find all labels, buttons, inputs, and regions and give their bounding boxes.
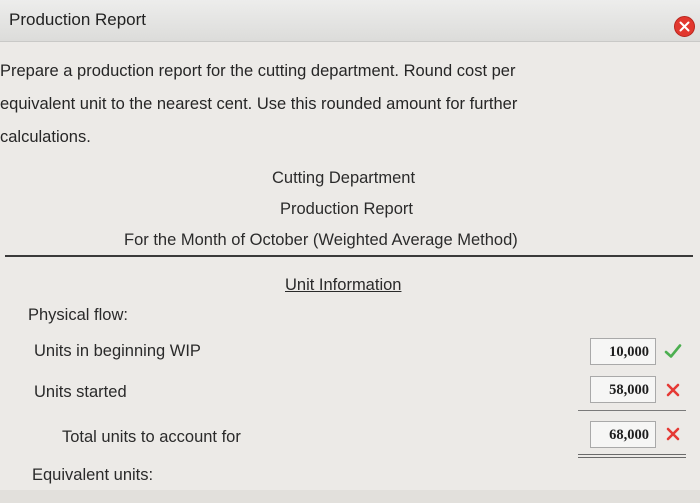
instructions-line-2: equivalent unit to the nearest cent. Use… bbox=[0, 95, 518, 113]
subtotal-rule bbox=[578, 410, 686, 411]
heading-divider bbox=[5, 255, 693, 257]
window-titlebar: Production Report bbox=[0, 0, 700, 42]
units-started-input[interactable]: 58,000 bbox=[590, 376, 656, 403]
instructions-line-3: calculations. bbox=[0, 128, 91, 146]
window-title: Production Report bbox=[9, 10, 147, 29]
report-heading: Production Report bbox=[280, 200, 413, 218]
close-button[interactable] bbox=[674, 16, 695, 37]
x-icon bbox=[666, 427, 680, 441]
instructions-line-1: Prepare a production report for the cutt… bbox=[0, 62, 516, 80]
beginning-wip-input[interactable]: 10,000 bbox=[590, 338, 656, 365]
check-icon bbox=[664, 344, 682, 358]
physical-flow-label: Physical flow: bbox=[28, 306, 128, 324]
report-content: Prepare a production report for the cutt… bbox=[0, 42, 700, 503]
units-started-label: Units started bbox=[34, 383, 127, 401]
total-double-rule-top bbox=[578, 454, 686, 455]
total-units-input[interactable]: 68,000 bbox=[590, 421, 656, 448]
section-title-unit-information: Unit Information bbox=[285, 276, 402, 294]
close-icon bbox=[679, 21, 690, 32]
instructions: Prepare a production report for the cutt… bbox=[0, 55, 640, 154]
beginning-wip-label: Units in beginning WIP bbox=[34, 342, 201, 360]
total-double-rule-bottom bbox=[578, 457, 686, 458]
department-heading: Cutting Department bbox=[272, 169, 416, 187]
equivalent-units-label: Equivalent units: bbox=[32, 466, 154, 484]
period-heading: For the Month of October (Weighted Avera… bbox=[124, 231, 518, 249]
x-icon bbox=[666, 383, 680, 397]
total-units-label: Total units to account for bbox=[62, 428, 241, 446]
bottom-edge bbox=[0, 490, 700, 503]
